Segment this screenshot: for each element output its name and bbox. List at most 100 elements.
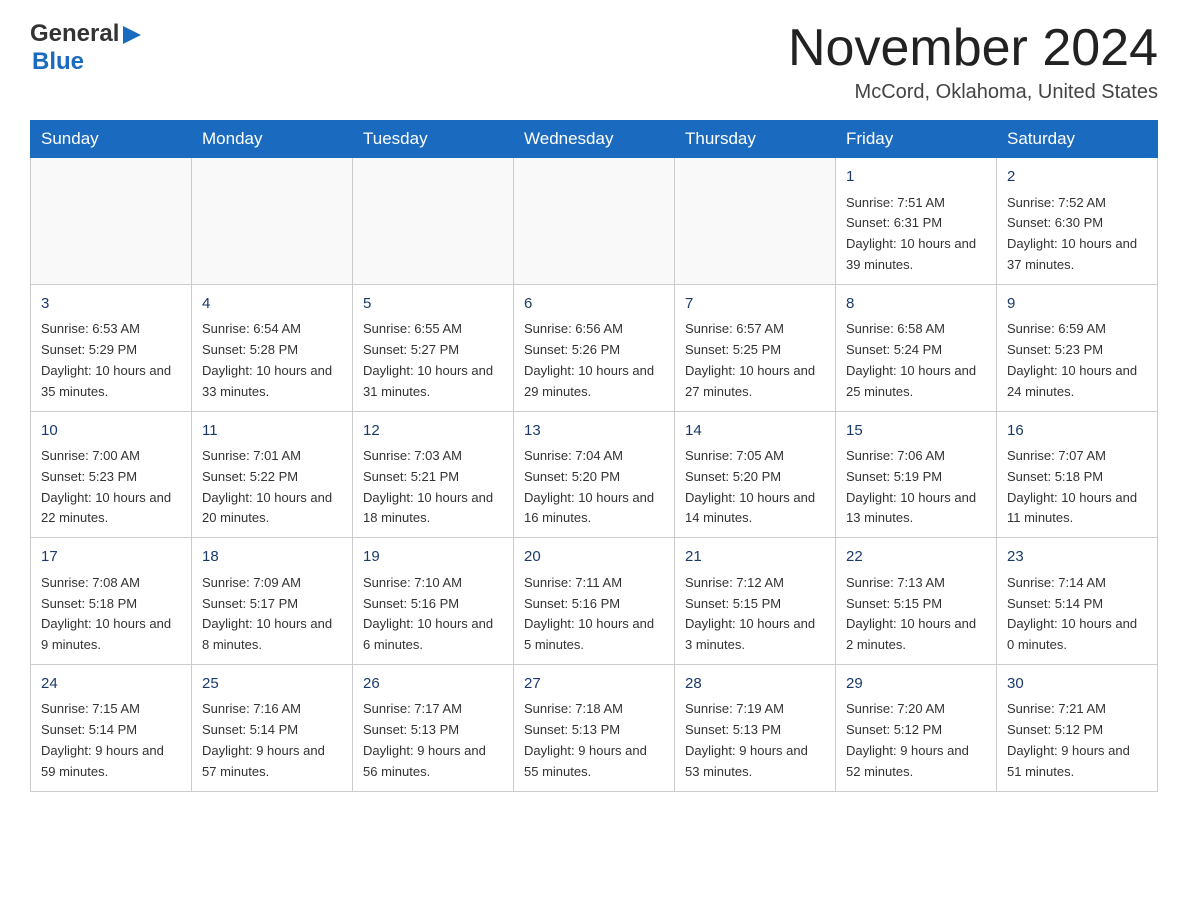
calendar-day-cell: 3 Sunrise: 6:53 AM Sunset: 5:29 PM Daylig… [31,284,192,411]
logo-blue-text: Blue [32,48,84,75]
day-number: 22 [846,546,986,569]
calendar-header-thursday: Thursday [675,121,836,158]
day-info: Sunrise: 7:17 AM Sunset: 5:13 PM Dayligh… [363,699,503,782]
title-section: November 2024 McCord, Oklahoma, United S… [788,20,1158,104]
day-info: Sunrise: 6:54 AM Sunset: 5:28 PM Dayligh… [202,319,342,402]
day-number: 6 [524,293,664,316]
day-number: 23 [1007,546,1147,569]
location: McCord, Oklahoma, United States [788,81,1158,104]
calendar-day-cell: 1 Sunrise: 7:51 AM Sunset: 6:31 PM Daylig… [836,158,997,285]
day-info: Sunrise: 7:18 AM Sunset: 5:13 PM Dayligh… [524,699,664,782]
calendar-day-cell: 18Sunrise: 7:09 AM Sunset: 5:17 PM Dayli… [192,538,353,665]
day-info: Sunrise: 6:57 AM Sunset: 5:25 PM Dayligh… [685,319,825,402]
calendar-header-row: SundayMondayTuesdayWednesdayThursdayFrid… [31,121,1158,158]
day-number: 4 [202,293,342,316]
calendar-day-cell: 7 Sunrise: 6:57 AM Sunset: 5:25 PM Daylig… [675,284,836,411]
day-info: Sunrise: 7:52 AM Sunset: 6:30 PM Dayligh… [1007,193,1147,276]
day-number: 25 [202,673,342,696]
day-number: 9 [1007,293,1147,316]
calendar-header-sunday: Sunday [31,121,192,158]
day-number: 30 [1007,673,1147,696]
logo-general-text: General [30,20,119,48]
calendar-day-cell: 4 Sunrise: 6:54 AM Sunset: 5:28 PM Daylig… [192,284,353,411]
day-number: 7 [685,293,825,316]
calendar-day-cell: 14 Sunrise: 7:05 AM Sunset: 5:20 PM Dayli… [675,411,836,538]
calendar-day-cell: 8 Sunrise: 6:58 AM Sunset: 5:24 PM Daylig… [836,284,997,411]
calendar-header-saturday: Saturday [997,121,1158,158]
day-info: Sunrise: 7:09 AM Sunset: 5:17 PM Dayligh… [202,573,342,656]
day-number: 29 [846,673,986,696]
calendar-week-row: 24 Sunrise: 7:15 AM Sunset: 5:14 PM Dayli… [31,664,1158,791]
day-number: 5 [363,293,503,316]
calendar-day-cell [31,158,192,285]
day-number: 3 [41,293,181,316]
day-info: Sunrise: 6:55 AM Sunset: 5:27 PM Dayligh… [363,319,503,402]
day-number: 28 [685,673,825,696]
day-info: Sunrise: 6:58 AM Sunset: 5:24 PM Dayligh… [846,319,986,402]
day-number: 13 [524,420,664,443]
day-info: Sunrise: 7:13 AM Sunset: 5:15 PM Dayligh… [846,573,986,656]
calendar-week-row: 17Sunrise: 7:08 AM Sunset: 5:18 PM Dayli… [31,538,1158,665]
calendar-day-cell: 12Sunrise: 7:03 AM Sunset: 5:21 PM Dayli… [353,411,514,538]
day-info: Sunrise: 7:04 AM Sunset: 5:20 PM Dayligh… [524,446,664,529]
day-number: 26 [363,673,503,696]
calendar-day-cell: 28 Sunrise: 7:19 AM Sunset: 5:13 PM Dayli… [675,664,836,791]
calendar-week-row: 1 Sunrise: 7:51 AM Sunset: 6:31 PM Daylig… [31,158,1158,285]
day-info: Sunrise: 7:19 AM Sunset: 5:13 PM Dayligh… [685,699,825,782]
calendar-day-cell: 29 Sunrise: 7:20 AM Sunset: 5:12 PM Dayli… [836,664,997,791]
day-info: Sunrise: 7:51 AM Sunset: 6:31 PM Dayligh… [846,193,986,276]
day-number: 21 [685,546,825,569]
calendar-day-cell: 10 Sunrise: 7:00 AM Sunset: 5:23 PM Dayli… [31,411,192,538]
calendar-day-cell: 25 Sunrise: 7:16 AM Sunset: 5:14 PM Dayli… [192,664,353,791]
calendar-day-cell: 16 Sunrise: 7:07 AM Sunset: 5:18 PM Dayli… [997,411,1158,538]
day-number: 24 [41,673,181,696]
page-header: General Blue November 2024 McCord, Oklah… [30,20,1158,104]
day-info: Sunrise: 6:53 AM Sunset: 5:29 PM Dayligh… [41,319,181,402]
calendar-day-cell [353,158,514,285]
calendar-day-cell [675,158,836,285]
calendar-day-cell: 17Sunrise: 7:08 AM Sunset: 5:18 PM Dayli… [31,538,192,665]
day-info: Sunrise: 7:15 AM Sunset: 5:14 PM Dayligh… [41,699,181,782]
day-info: Sunrise: 7:12 AM Sunset: 5:15 PM Dayligh… [685,573,825,656]
calendar-day-cell: 11 Sunrise: 7:01 AM Sunset: 5:22 PM Dayli… [192,411,353,538]
calendar-week-row: 3 Sunrise: 6:53 AM Sunset: 5:29 PM Daylig… [31,284,1158,411]
calendar-day-cell: 15 Sunrise: 7:06 AM Sunset: 5:19 PM Dayli… [836,411,997,538]
calendar-header-monday: Monday [192,121,353,158]
day-number: 14 [685,420,825,443]
day-number: 15 [846,420,986,443]
calendar-day-cell: 2Sunrise: 7:52 AM Sunset: 6:30 PM Daylig… [997,158,1158,285]
day-info: Sunrise: 7:05 AM Sunset: 5:20 PM Dayligh… [685,446,825,529]
day-info: Sunrise: 7:20 AM Sunset: 5:12 PM Dayligh… [846,699,986,782]
day-number: 20 [524,546,664,569]
day-info: Sunrise: 7:10 AM Sunset: 5:16 PM Dayligh… [363,573,503,656]
day-number: 27 [524,673,664,696]
day-info: Sunrise: 7:06 AM Sunset: 5:19 PM Dayligh… [846,446,986,529]
day-number: 8 [846,293,986,316]
day-info: Sunrise: 7:00 AM Sunset: 5:23 PM Dayligh… [41,446,181,529]
day-info: Sunrise: 6:56 AM Sunset: 5:26 PM Dayligh… [524,319,664,402]
calendar-day-cell [514,158,675,285]
calendar-day-cell: 6 Sunrise: 6:56 AM Sunset: 5:26 PM Daylig… [514,284,675,411]
day-info: Sunrise: 7:08 AM Sunset: 5:18 PM Dayligh… [41,573,181,656]
day-info: Sunrise: 7:21 AM Sunset: 5:12 PM Dayligh… [1007,699,1147,782]
day-info: Sunrise: 7:01 AM Sunset: 5:22 PM Dayligh… [202,446,342,529]
month-title: November 2024 [788,20,1158,77]
day-number: 10 [41,420,181,443]
logo-triangle-icon [123,24,143,46]
day-info: Sunrise: 7:14 AM Sunset: 5:14 PM Dayligh… [1007,573,1147,656]
day-info: Sunrise: 7:03 AM Sunset: 5:21 PM Dayligh… [363,446,503,529]
calendar-day-cell: 13 Sunrise: 7:04 AM Sunset: 5:20 PM Dayli… [514,411,675,538]
calendar-day-cell: 22 Sunrise: 7:13 AM Sunset: 5:15 PM Dayli… [836,538,997,665]
calendar-day-cell: 27 Sunrise: 7:18 AM Sunset: 5:13 PM Dayli… [514,664,675,791]
calendar-day-cell: 19 Sunrise: 7:10 AM Sunset: 5:16 PM Dayli… [353,538,514,665]
day-info: Sunrise: 7:16 AM Sunset: 5:14 PM Dayligh… [202,699,342,782]
calendar-day-cell: 23 Sunrise: 7:14 AM Sunset: 5:14 PM Dayli… [997,538,1158,665]
calendar-day-cell: 20Sunrise: 7:11 AM Sunset: 5:16 PM Dayli… [514,538,675,665]
logo: General Blue [30,20,143,76]
day-info: Sunrise: 7:07 AM Sunset: 5:18 PM Dayligh… [1007,446,1147,529]
day-number: 19 [363,546,503,569]
day-number: 1 [846,166,986,189]
calendar-header-tuesday: Tuesday [353,121,514,158]
day-number: 16 [1007,420,1147,443]
day-number: 11 [202,420,342,443]
